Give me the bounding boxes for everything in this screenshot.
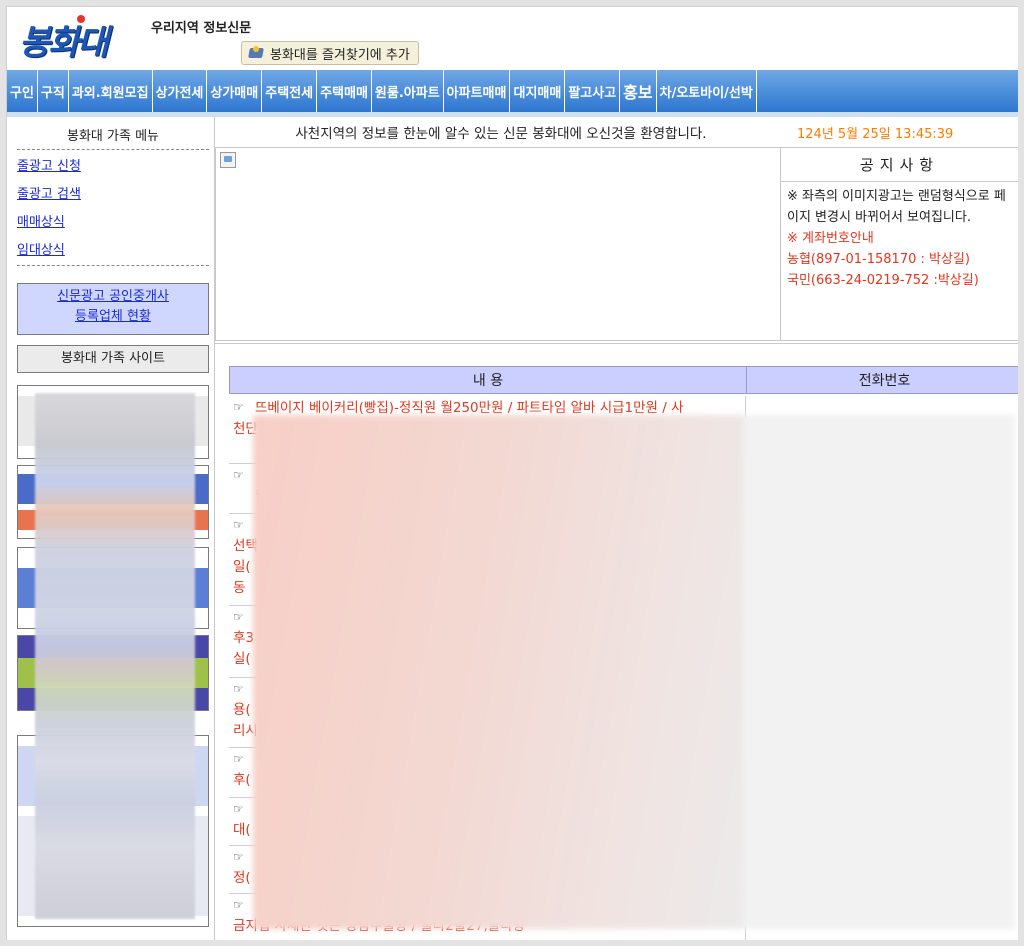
account-nonghyup: 농협(897-01-158170 : 박상길) — [787, 252, 970, 267]
account-kookmin: 국민(663-24-0219-752 :박상길) — [787, 273, 979, 288]
realtor-list-line1: 신문광고 공인중개사 — [57, 289, 169, 304]
nav-item-apt-sale[interactable]: 아파트매매 — [444, 70, 511, 112]
date-clock: 124년 5월 25일 13:45:39 — [797, 126, 954, 142]
realtor-list-link[interactable]: 신문광고 공인중개사 등록업체 현황 — [17, 283, 209, 335]
main-nav-bar: 구인 구직 과외.회원모집 상가전세 상가매매 주택전세 주택매매 원룸.아파트… — [7, 70, 1018, 112]
notice-text: ※ 좌측의 이미지광고는 랜덤형식으로 페이지 변경시 바뀌어서 보여집니다. — [787, 189, 1006, 225]
sidebar-link-line-ad-search[interactable]: 줄광고 검색 — [17, 183, 81, 202]
nav-item-tutoring[interactable]: 과외.회원모집 — [69, 70, 153, 112]
nav-item-promo[interactable]: 홍보 — [620, 70, 657, 112]
nav-item-job-seek[interactable]: 구직 — [38, 70, 69, 112]
hand-pointer-icon: ☞ — [233, 682, 244, 696]
sidebar-link-sale-guide[interactable]: 매매상식 — [17, 211, 65, 230]
column-header-phone: 전화번호 — [746, 366, 1018, 394]
nav-item-oneroom-apt[interactable]: 원룸.아파트 — [372, 70, 444, 112]
nav-item-vehicles[interactable]: 차/오토바이/선박 — [657, 70, 757, 112]
notice-panel: 공지사항 ※ 좌측의 이미지광고는 랜덤형식으로 페이지 변경시 바뀌어서 보여… — [781, 147, 1018, 341]
nav-item-shop-sale[interactable]: 상가매매 — [207, 70, 263, 112]
realtor-list-line2: 등록업체 현황 — [75, 309, 151, 324]
notice-body: ※ 좌측의 이미지광고는 랜덤형식으로 페이지 변경시 바뀌어서 보여집니다. … — [781, 182, 1018, 295]
bookmark-icon — [248, 46, 264, 60]
blurred-banner-area — [35, 393, 195, 919]
welcome-message: 사천지역의 정보를 한눈에 알수 있는 신문 봉화대에 오신것을 환영합니다. — [295, 126, 707, 142]
column-header-content: 내 용 — [229, 366, 747, 394]
hand-pointer-icon: ☞ — [233, 752, 244, 766]
sidebar-divider — [17, 265, 209, 266]
nav-item-land-sale[interactable]: 대지매매 — [510, 70, 566, 112]
logo-dot-decoration — [77, 15, 85, 23]
add-favorite-label: 봉화대를 즐겨찾기에 추가 — [270, 47, 410, 63]
add-favorite-button[interactable]: 봉화대를 즐겨찾기에 추가 — [241, 41, 419, 65]
nav-item-shop-lease[interactable]: 상가전세 — [153, 70, 208, 112]
family-sites-title: 봉화대 가족 사이트 — [17, 345, 209, 373]
nav-item-house-sale[interactable]: 주택매매 — [317, 70, 372, 112]
notice-title: 공지사항 — [781, 148, 1018, 182]
site-tagline: 우리지역 정보신문 — [151, 21, 252, 36]
hand-pointer-icon: ☞ — [233, 518, 244, 532]
hand-pointer-icon: ☞ — [233, 850, 244, 864]
nav-item-buy-sell[interactable]: 팔고사고 — [565, 70, 621, 112]
family-menu-title: 봉화대 가족 메뉴 — [67, 129, 159, 144]
broken-image-icon — [220, 152, 236, 168]
blurred-listing-area — [253, 415, 1015, 929]
sidebar-link-lease-guide[interactable]: 임대상식 — [17, 239, 65, 258]
site-logo[interactable]: 봉화대 — [19, 15, 109, 64]
browser-page: 봉화대 우리지역 정보신문 봉화대를 즐겨찾기에 추가 구인 구직 과외.회원모… — [6, 6, 1018, 940]
hand-pointer-icon: ☞ — [233, 802, 244, 816]
random-image-ad[interactable] — [215, 147, 781, 341]
nav-item-job-offer[interactable]: 구인 — [7, 70, 38, 112]
hand-pointer-icon: ☞ — [233, 610, 244, 624]
hand-pointer-icon: ☞ — [233, 468, 244, 482]
hand-pointer-icon: ☞ — [233, 898, 244, 912]
sidebar-divider — [17, 149, 209, 150]
nav-item-house-lease[interactable]: 주택전세 — [262, 70, 318, 112]
sidebar-link-line-ad-apply[interactable]: 줄광고 신청 — [17, 155, 81, 174]
account-info-title: ※ 계좌번호안내 — [787, 231, 874, 246]
